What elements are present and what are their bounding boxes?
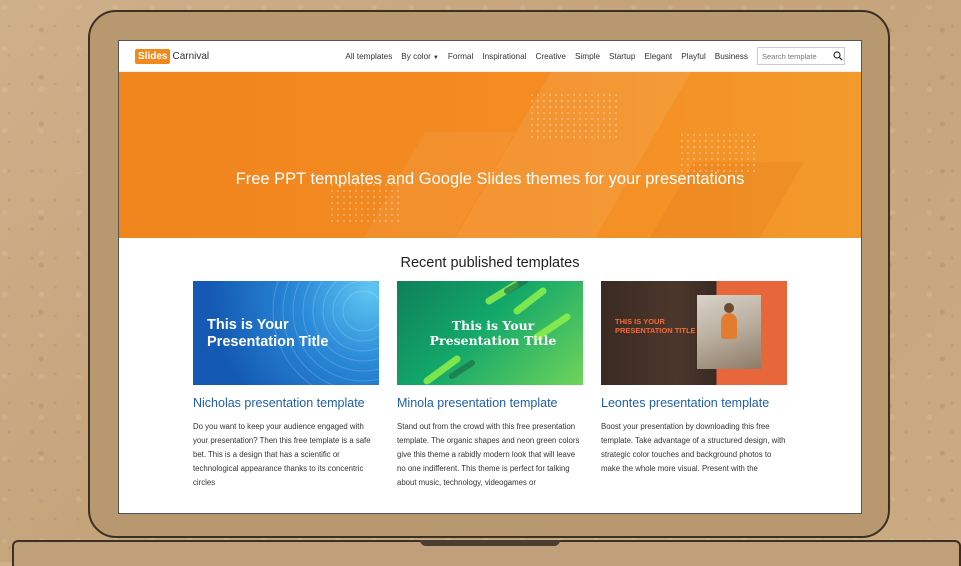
template-description: Boost your presentation by downloading t… [601, 422, 786, 473]
nav-links: All templates By color ▼ Formal Inspirati… [345, 52, 757, 61]
nav-playful[interactable]: Playful [681, 52, 706, 61]
template-thumbnail[interactable]: THIS IS YOUR PRESENTATION TITLE [601, 281, 787, 385]
person-figure [721, 313, 737, 339]
nav-simple[interactable]: Simple [575, 52, 600, 61]
hero-title: Free PPT templates and Google Slides the… [235, 170, 745, 188]
search-input[interactable] [758, 51, 832, 61]
nav-startup[interactable]: Startup [609, 52, 635, 61]
nav-all-templates[interactable]: All templates [345, 52, 392, 61]
thumbnail-caption: This is Your Presentation Title [429, 318, 557, 348]
person-head [724, 303, 734, 313]
nav-elegant[interactable]: Elegant [644, 52, 672, 61]
laptop-notch [420, 540, 560, 546]
thumbnail-caption: THIS IS YOUR PRESENTATION TITLE [615, 317, 696, 335]
template-description: Do you want to keep your audience engage… [193, 422, 371, 487]
section-title: Recent published templates [400, 255, 580, 271]
nav-by-color-label: By color [401, 51, 431, 61]
navbar: Slides Carnival All templates By color ▼ … [119, 41, 861, 72]
hero-dot-pattern [529, 92, 619, 142]
template-title-link[interactable]: Leontes presentation template [601, 396, 787, 411]
template-title-link[interactable]: Minola presentation template [397, 396, 583, 411]
nav-inspirational[interactable]: Inspirational [482, 52, 526, 61]
template-thumbnail[interactable]: This is Your Presentation Title [193, 281, 379, 385]
logo-badge: Slides [135, 48, 171, 64]
template-thumbnail[interactable]: This is Your Presentation Title [397, 281, 583, 385]
nav-creative[interactable]: Creative [535, 52, 566, 61]
thumbnail-caption: This is Your Presentation Title [207, 317, 329, 350]
browser-viewport: Slides Carnival All templates By color ▼ … [118, 40, 862, 514]
search-box [757, 47, 845, 65]
hero-dot-pattern [679, 132, 759, 172]
template-card: THIS IS YOUR PRESENTATION TITLE Leontes … [601, 281, 787, 476]
template-card: This is Your Presentation Title Nicholas… [193, 281, 379, 490]
search-icon[interactable] [832, 49, 844, 63]
caret-down-icon: ▼ [432, 54, 439, 61]
photo-placeholder [697, 295, 761, 369]
logo-wordmark: Carnival [172, 50, 210, 62]
hero-banner: Free PPT templates and Google Slides the… [119, 72, 861, 238]
template-title-link[interactable]: Nicholas presentation template [193, 396, 379, 411]
site-logo[interactable]: Slides Carnival [135, 48, 210, 64]
nav-business[interactable]: Business [715, 52, 748, 61]
nav-by-color[interactable]: By color ▼ [401, 52, 439, 61]
nav-formal[interactable]: Formal [448, 52, 473, 61]
template-description: Stand out from the crowd with this free … [397, 422, 580, 487]
template-card: This is Your Presentation Title Minola p… [397, 281, 583, 490]
